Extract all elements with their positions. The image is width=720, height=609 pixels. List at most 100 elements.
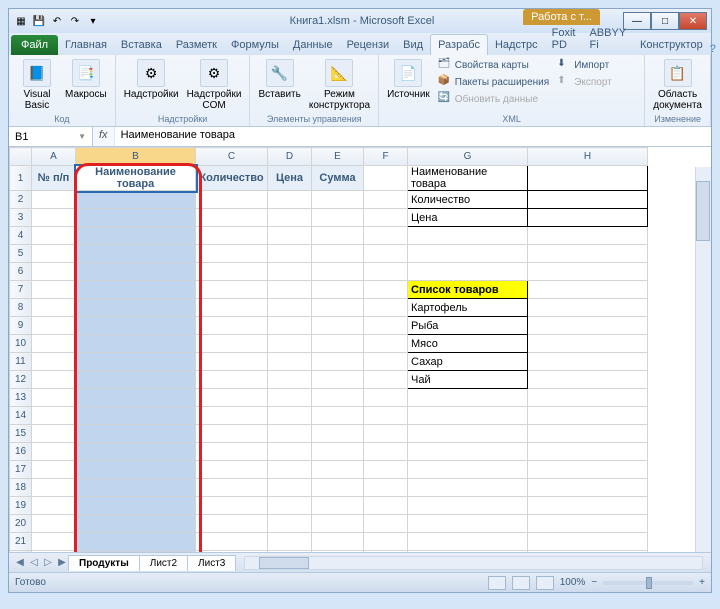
redo-icon[interactable]: ↷ (67, 13, 83, 29)
cell-B16[interactable] (76, 443, 196, 461)
cell-F4[interactable] (364, 227, 408, 245)
col-header-g[interactable]: G (408, 148, 528, 166)
tab-foxit[interactable]: Foxit PD (545, 23, 583, 55)
cell-E2[interactable] (312, 191, 364, 209)
cell-B5[interactable] (76, 245, 196, 263)
cell-B9[interactable] (76, 317, 196, 335)
view-normal-button[interactable] (488, 576, 506, 590)
cell-A14[interactable] (32, 407, 76, 425)
row-header[interactable]: 8 (10, 299, 32, 317)
cell-B15[interactable] (76, 425, 196, 443)
map-properties-button[interactable]: 🗂Свойства карты (436, 57, 551, 73)
cell-C21[interactable] (196, 533, 268, 551)
cell-A11[interactable] (32, 353, 76, 371)
cell-F17[interactable] (364, 461, 408, 479)
cell-H5[interactable] (528, 245, 648, 263)
com-addins-button[interactable]: ⚙Надстройки COM (185, 57, 244, 113)
worksheet-grid[interactable]: A B C D E F G H 1№ п/пНаименование товар… (9, 147, 648, 552)
cell-D7[interactable] (268, 281, 312, 299)
cell-D1[interactable]: Цена (268, 166, 312, 191)
zoom-level[interactable]: 100% (560, 577, 586, 588)
cell-F12[interactable] (364, 371, 408, 389)
file-tab[interactable]: Файл (11, 35, 58, 55)
cell-E13[interactable] (312, 389, 364, 407)
cell-H4[interactable] (528, 227, 648, 245)
row-header[interactable]: 4 (10, 227, 32, 245)
cell-E9[interactable] (312, 317, 364, 335)
cell-A20[interactable] (32, 515, 76, 533)
cell-D13[interactable] (268, 389, 312, 407)
cell-D5[interactable] (268, 245, 312, 263)
tab-abbyy[interactable]: ABBYY Fi (582, 23, 633, 55)
insert-control-button[interactable]: 🔧Вставить (256, 57, 302, 113)
help-icon[interactable]: ? (710, 43, 716, 55)
cell-G7[interactable]: Список товаров (408, 281, 528, 299)
design-mode-button[interactable]: 📐Режим конструктора (307, 57, 372, 113)
cell-F18[interactable] (364, 479, 408, 497)
cell-H11[interactable] (528, 353, 648, 371)
fx-icon[interactable]: fx (93, 127, 114, 146)
cell-D14[interactable] (268, 407, 312, 425)
cell-H2[interactable] (528, 191, 648, 209)
cell-B12[interactable] (76, 371, 196, 389)
cell-D12[interactable] (268, 371, 312, 389)
cell-F15[interactable] (364, 425, 408, 443)
vscroll-thumb[interactable] (696, 181, 710, 241)
cell-D4[interactable] (268, 227, 312, 245)
row-header[interactable]: 9 (10, 317, 32, 335)
cell-B17[interactable] (76, 461, 196, 479)
cell-A8[interactable] (32, 299, 76, 317)
cell-C8[interactable] (196, 299, 268, 317)
cell-E4[interactable] (312, 227, 364, 245)
cell-H18[interactable] (528, 479, 648, 497)
cell-G16[interactable] (408, 443, 528, 461)
cell-F5[interactable] (364, 245, 408, 263)
cell-B8[interactable] (76, 299, 196, 317)
cell-H9[interactable] (528, 317, 648, 335)
row-header[interactable]: 19 (10, 497, 32, 515)
zoom-slider[interactable] (603, 581, 693, 585)
tab-data[interactable]: Данные (286, 35, 340, 55)
cell-B4[interactable] (76, 227, 196, 245)
vertical-scrollbar[interactable] (695, 167, 711, 552)
cell-F2[interactable] (364, 191, 408, 209)
xml-export-button[interactable]: ⬆Экспорт (555, 74, 614, 90)
cell-E18[interactable] (312, 479, 364, 497)
row-header[interactable]: 21 (10, 533, 32, 551)
cell-B20[interactable] (76, 515, 196, 533)
row-header[interactable]: 3 (10, 209, 32, 227)
row-header[interactable]: 2 (10, 191, 32, 209)
row-header[interactable]: 11 (10, 353, 32, 371)
cell-A1[interactable]: № п/п (32, 166, 76, 191)
cell-E10[interactable] (312, 335, 364, 353)
cell-B11[interactable] (76, 353, 196, 371)
cell-A13[interactable] (32, 389, 76, 407)
cell-H10[interactable] (528, 335, 648, 353)
cell-A16[interactable] (32, 443, 76, 461)
cell-D6[interactable] (268, 263, 312, 281)
sheet-tab-2[interactable]: Лист2 (139, 555, 188, 571)
cell-F6[interactable] (364, 263, 408, 281)
document-area-button[interactable]: 📋Область документа (651, 57, 704, 113)
cell-G6[interactable] (408, 263, 528, 281)
cell-F3[interactable] (364, 209, 408, 227)
row-header[interactable]: 5 (10, 245, 32, 263)
cell-C13[interactable] (196, 389, 268, 407)
cell-D11[interactable] (268, 353, 312, 371)
cell-G8[interactable]: Картофель (408, 299, 528, 317)
cell-A6[interactable] (32, 263, 76, 281)
cell-C1[interactable]: Количество (196, 166, 268, 191)
cell-D3[interactable] (268, 209, 312, 227)
cell-E22[interactable] (312, 551, 364, 553)
view-page-break-button[interactable] (536, 576, 554, 590)
cell-E6[interactable] (312, 263, 364, 281)
cell-E19[interactable] (312, 497, 364, 515)
cell-F11[interactable] (364, 353, 408, 371)
cell-A7[interactable] (32, 281, 76, 299)
cell-C15[interactable] (196, 425, 268, 443)
cell-B2[interactable] (76, 191, 196, 209)
cell-C14[interactable] (196, 407, 268, 425)
hscroll-thumb[interactable] (259, 557, 309, 569)
cell-E8[interactable] (312, 299, 364, 317)
tab-view[interactable]: Вид (396, 35, 430, 55)
